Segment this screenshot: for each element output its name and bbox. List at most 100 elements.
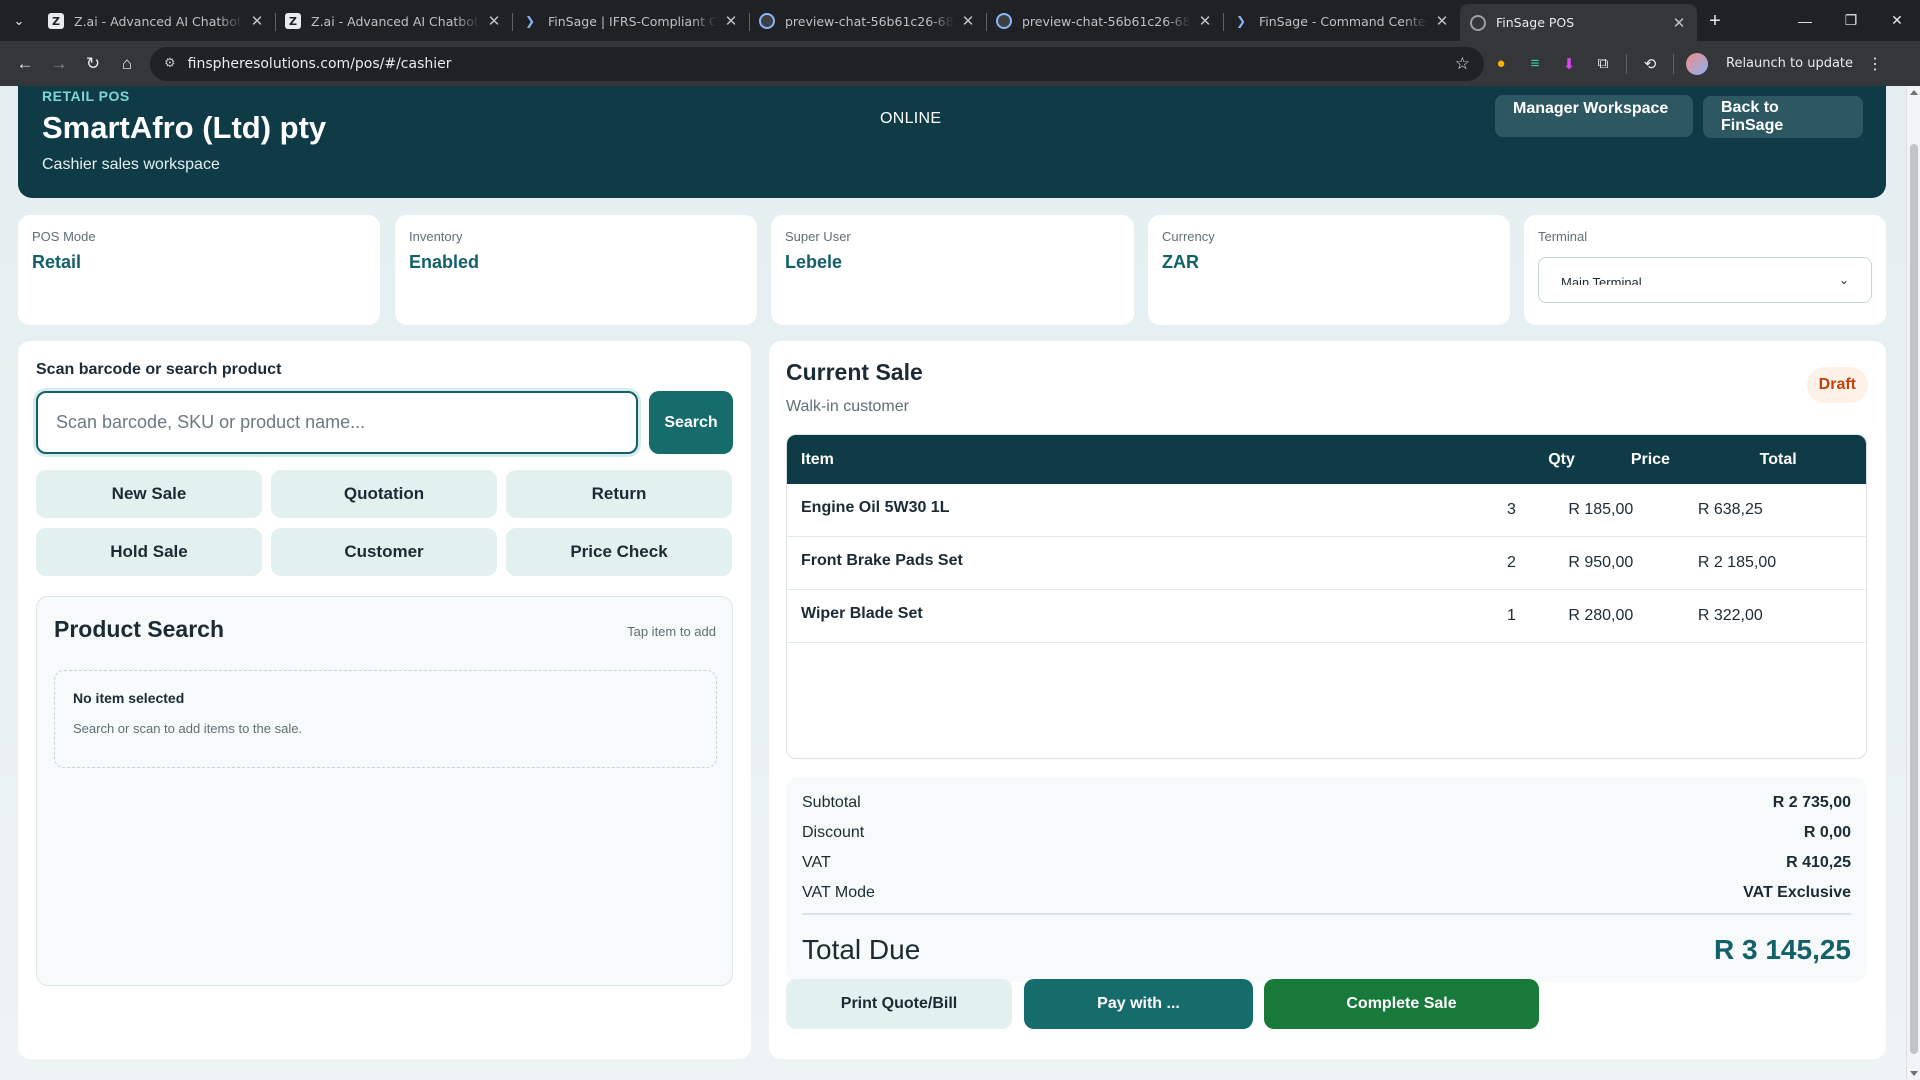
bookmark-star-icon[interactable]: ☆ [1455, 54, 1470, 74]
stat-label: Currency [1162, 229, 1215, 244]
minimize-icon[interactable]: — [1782, 0, 1828, 41]
close-icon[interactable]: ✕ [486, 12, 502, 30]
quotation-button[interactable]: Quotation [271, 470, 497, 518]
sale-customer: Walk-in customer [786, 398, 909, 415]
table-row[interactable]: Front Brake Pads Set 2 R 950,00 R 2 185,… [787, 537, 1866, 590]
subtotal-value: R 2 735,00 [1772, 794, 1851, 811]
stat-card-pos-mode: POS Mode Retail [18, 215, 380, 325]
site-info-icon[interactable]: ⚙ [164, 56, 176, 71]
scan-search-input[interactable] [36, 391, 638, 454]
tab-search-chevron-icon[interactable]: ⌄ [0, 0, 38, 41]
search-button[interactable]: Search [649, 391, 733, 454]
restore-icon[interactable]: ❐ [1828, 0, 1874, 41]
stat-value: Lebele [785, 252, 843, 272]
page-scrollbar[interactable] [1906, 86, 1920, 1080]
close-icon[interactable]: ✕ [1197, 12, 1213, 30]
scroll-up-arrow-icon[interactable] [1910, 90, 1918, 95]
browser-tab[interactable]: preview-chat-56b61c26-6871-4 ✕ [986, 4, 1223, 38]
item-total: R 2 185,00 [1697, 554, 1777, 571]
hold-sale-button[interactable]: Hold Sale [36, 528, 262, 576]
pay-with-button[interactable]: Pay with ... [1024, 979, 1253, 1029]
browser-tab[interactable]: Z Z.ai - Advanced AI Chatbot & A ✕ [38, 4, 275, 38]
subtotal-row: Subtotal R 2 735,00 [802, 788, 1851, 818]
current-sale-panel: Current Sale Walk-in customer Draft Item… [769, 341, 1886, 1059]
sale-totals: Subtotal R 2 735,00 Discount R 0,00 VAT … [786, 777, 1867, 982]
close-icon[interactable]: ✕ [723, 12, 739, 30]
browser-tab-active[interactable]: FinSage POS ✕ [1460, 4, 1697, 41]
item-qty: 2 [1507, 554, 1516, 571]
home-icon[interactable]: ⌂ [110, 47, 144, 81]
vat-row: VAT R 410,25 [802, 848, 1851, 878]
pos-kicker: RETAIL POS [42, 88, 130, 104]
relaunch-button[interactable]: Relaunch to update [1714, 49, 1865, 79]
tab-title: preview-chat-56b61c26-6871-4 [785, 13, 954, 29]
total-due-value: R 3 145,25 [1714, 934, 1851, 965]
close-icon[interactable]: ✕ [249, 12, 265, 30]
discount-value: R 0,00 [1803, 824, 1851, 841]
browser-tab[interactable]: Z Z.ai - Advanced AI Chatbot & A ✕ [275, 4, 512, 38]
product-search-box: Product Search Tap item to add No item s… [36, 596, 733, 986]
customer-button[interactable]: Customer [271, 528, 497, 576]
scrollbar-thumb[interactable] [1910, 144, 1918, 1054]
stat-label: Inventory [409, 229, 463, 244]
extensions-puzzle-icon[interactable]: ⧉ [1586, 47, 1620, 81]
tab-title: FinSage POS [1496, 15, 1575, 30]
vat-mode-value: VAT Exclusive [1743, 884, 1851, 901]
address-bar[interactable]: ⚙ finspheresolutions.com/pos/#/cashier ☆ [150, 46, 1484, 81]
vat-value: R 410,25 [1786, 854, 1851, 871]
return-button[interactable]: Return [506, 470, 732, 518]
extension-icon[interactable]: ≡ [1518, 47, 1552, 81]
new-sale-button[interactable]: New Sale [36, 470, 262, 518]
scan-label: Scan barcode or search product [36, 361, 282, 378]
z-logo-icon: Z [285, 13, 301, 29]
close-window-icon[interactable]: ✕ [1874, 0, 1920, 41]
new-tab-button[interactable]: + [1697, 4, 1733, 38]
back-arrow-icon[interactable]: ← [8, 47, 42, 81]
stat-value: Retail [32, 252, 82, 272]
workspace-subtitle: Cashier sales workspace [42, 156, 220, 173]
item-price: R 185,00 [1568, 501, 1634, 518]
totals-divider [802, 913, 1851, 915]
reload-icon[interactable]: ↻ [76, 47, 110, 81]
close-icon[interactable]: ✕ [1671, 14, 1687, 32]
forward-arrow-icon[interactable]: → [42, 47, 76, 81]
sale-title: Current Sale [786, 359, 923, 385]
close-icon[interactable]: ✕ [1434, 12, 1450, 30]
browser-tab[interactable]: preview-chat-56b61c26-6871-4 ✕ [749, 4, 986, 38]
close-icon[interactable]: ✕ [960, 12, 976, 30]
stat-label: POS Mode [32, 229, 96, 244]
preview-icon [759, 13, 775, 29]
price-check-button[interactable]: Price Check [506, 528, 732, 576]
extension-icon[interactable]: ● [1484, 47, 1518, 81]
item-name: Front Brake Pads Set [801, 551, 963, 569]
z-logo-icon: Z [48, 13, 64, 29]
column-header-price: Price [1630, 450, 1670, 468]
terminal-select[interactable]: Main Terminal ⌄ [1538, 257, 1872, 303]
complete-sale-button[interactable]: Complete Sale [1264, 979, 1539, 1029]
download-icon[interactable]: ⬇ [1552, 47, 1586, 81]
quick-actions: New Sale Quotation Return Hold Sale Cust… [36, 470, 733, 576]
manager-workspace-button[interactable]: Manager Workspace [1495, 95, 1693, 137]
item-qty: 1 [1507, 607, 1516, 624]
back-to-finsage-button[interactable]: Back to FinSage [1703, 96, 1863, 138]
column-header-total: Total [1759, 450, 1797, 468]
page-viewport: RETAIL POS SmartAfro (Ltd) pty Cashier s… [0, 86, 1906, 1080]
browser-tab[interactable]: ❯ FinSage - Command Center ✕ [1223, 4, 1460, 38]
scroll-down-arrow-icon[interactable] [1910, 1071, 1918, 1076]
table-row[interactable]: Wiper Blade Set 1 R 280,00 R 322,00 [787, 590, 1866, 643]
tab-title: FinSage - Command Center [1259, 13, 1428, 29]
toolbar-divider [1673, 53, 1674, 74]
browser-tab[interactable]: ❯ FinSage | IFRS-Compliant Cloud ✕ [512, 4, 749, 38]
url-text: finspheresolutions.com/pos/#/cashier [187, 55, 452, 72]
tab-title: Z.ai - Advanced AI Chatbot & A [311, 13, 480, 29]
item-price: R 950,00 [1568, 554, 1634, 571]
product-empty-state: No item selected Search or scan to add i… [54, 670, 717, 768]
tab-title: FinSage | IFRS-Compliant Cloud [548, 13, 717, 29]
item-name: Engine Oil 5W30 1L [801, 498, 950, 516]
more-menu-icon[interactable]: ⋮ [1867, 54, 1883, 74]
profile-avatar[interactable] [1686, 52, 1708, 75]
print-quote-button[interactable]: Print Quote/Bill [786, 979, 1012, 1029]
status-badge: Draft [1806, 367, 1868, 403]
history-icon[interactable]: ⟲ [1633, 47, 1667, 81]
table-row[interactable]: Engine Oil 5W30 1L 3 R 185,00 R 638,25 [787, 484, 1866, 537]
